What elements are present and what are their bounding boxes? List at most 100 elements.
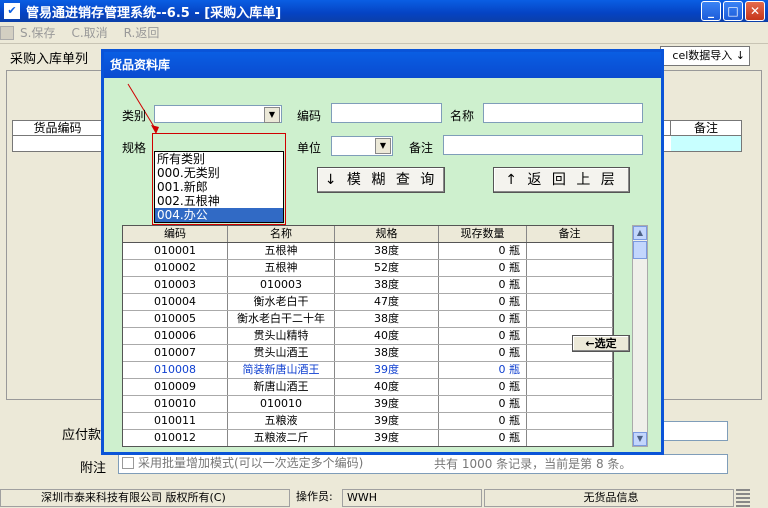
cell-remark [527, 396, 613, 412]
chevron-down-icon[interactable]: ▼ [375, 138, 391, 154]
cell-spec: 47度 [335, 294, 439, 310]
cell-spec: 38度 [335, 311, 439, 327]
table-row[interactable]: 010005 衡水老白干二十年 38度 0 瓶 [123, 311, 613, 328]
cell-code: 010002 [123, 260, 228, 276]
cell-code: 010010 [123, 396, 228, 412]
category-option[interactable]: 002.五根神 [155, 194, 283, 208]
status-company: 深圳市泰来科技有限公司 版权所有(C) [0, 488, 290, 507]
table-row[interactable]: 010003 010003 38度 0 瓶 [123, 277, 613, 294]
cell-name: 五粮液 [228, 413, 335, 429]
category-option-selected[interactable]: 004.办公 [155, 208, 283, 222]
back-button[interactable]: ↑ 返 回 上 层 [493, 167, 630, 193]
chevron-down-icon[interactable]: ▼ [264, 107, 280, 123]
cell-remark [527, 430, 613, 446]
status-operator-label: 操作员: [296, 489, 333, 503]
tab-purchase-list[interactable]: 采购入库单列 [10, 48, 88, 67]
category-select[interactable]: ▼ [154, 105, 282, 123]
table-row[interactable]: 010001 五根神 38度 0 瓶 [123, 243, 613, 260]
fuzzy-search-button[interactable]: ↓ 模 糊 查 询 [317, 167, 445, 193]
cell-remark [527, 277, 613, 293]
cell-code: 010004 [123, 294, 228, 310]
resize-grip-icon[interactable] [736, 488, 750, 507]
cell-remark [527, 413, 613, 429]
table-row[interactable]: 010008 简装新唐山酒王 39度 0 瓶 [123, 362, 613, 379]
cell-stock: 0 瓶 [439, 294, 527, 310]
cell-remark [527, 311, 613, 327]
cell-stock: 0 瓶 [439, 328, 527, 344]
grid-scrollbar[interactable]: ▲ ▼ [632, 225, 648, 447]
cell-name: 010010 [228, 396, 335, 412]
cell-code: 010006 [123, 328, 228, 344]
save-button[interactable]: S.保存 [20, 24, 55, 41]
code-input[interactable] [331, 103, 442, 123]
unit-select[interactable]: ▼ [331, 136, 393, 156]
close-icon[interactable]: ✕ [745, 1, 765, 21]
category-label: 类别 [122, 109, 147, 123]
window-title: 管易通进销存管理系统--6.5 - [采购入库单] [26, 5, 282, 21]
minimize-icon[interactable]: _ [701, 1, 721, 21]
grid-header: 编码 名称 规格 现存数量 备注 [123, 226, 613, 243]
checkbox-icon[interactable] [122, 456, 134, 469]
col-spec[interactable]: 规格 [335, 226, 439, 242]
scroll-thumb[interactable] [633, 241, 647, 259]
code-label: 编码 [297, 109, 322, 123]
record-info: 共有 1000 条记录，当前是第 8 条。 [434, 457, 632, 471]
cell-stock: 0 瓶 [439, 243, 527, 259]
table-row[interactable]: 010002 五根神 52度 0 瓶 [123, 260, 613, 277]
col-name[interactable]: 名称 [228, 226, 335, 242]
cell-spec: 39度 [335, 413, 439, 429]
maximize-icon[interactable]: □ [723, 1, 743, 21]
payable-field[interactable] [660, 421, 728, 441]
cell-stock: 0 瓶 [439, 311, 527, 327]
table-row[interactable]: 010006 贯头山精特 40度 0 瓶 [123, 328, 613, 345]
cell-spec: 40度 [335, 328, 439, 344]
remark-input[interactable] [443, 135, 643, 155]
save-label: S.保存 [20, 26, 56, 40]
col-code[interactable]: 编码 [123, 226, 228, 242]
cell-spec: 52度 [335, 260, 439, 276]
cell-stock: 0 瓶 [439, 413, 527, 429]
cell-remark [527, 260, 613, 276]
category-option[interactable]: 000.无类别 [155, 166, 283, 180]
category-option[interactable]: 001.新郎 [155, 180, 283, 194]
col-stock[interactable]: 现存数量 [439, 226, 527, 242]
table-row[interactable]: 010012 五粮液二斤 39度 0 瓶 [123, 430, 613, 446]
table-row[interactable]: 010010 010010 39度 0 瓶 [123, 396, 613, 413]
cell-stock: 0 瓶 [439, 260, 527, 276]
grid-rows: 010001 五根神 38度 0 瓶 010002 五根神 52度 0 瓶 010003 0100… [123, 243, 613, 446]
cell-remark [527, 362, 613, 378]
spec-label: 规格 [122, 141, 147, 155]
table-row[interactable]: 010011 五粮液 39度 0 瓶 [123, 413, 613, 430]
cell-remark [527, 243, 613, 259]
cell-spec: 39度 [335, 396, 439, 412]
cell-stock: 0 瓶 [439, 430, 527, 446]
cell-stock: 0 瓶 [439, 396, 527, 412]
table-row[interactable]: 010004 衡水老白干 47度 0 瓶 [123, 294, 613, 311]
table-row[interactable]: 010009 新唐山酒王 40度 0 瓶 [123, 379, 613, 396]
cancel-button[interactable]: C.取消 [71, 24, 107, 41]
document-icon [0, 25, 14, 40]
payable-label: 应付款 [62, 428, 102, 443]
cell-stock: 0 瓶 [439, 277, 527, 293]
name-label: 名称 [450, 109, 475, 123]
note-label: 附注 [80, 461, 107, 476]
batch-mode-checkbox[interactable]: 采用批量增加模式(可以一次选定多个编码) [122, 454, 363, 471]
select-button[interactable]: ←选定 [572, 335, 630, 352]
return-button[interactable]: R.返回 [124, 24, 160, 41]
category-option[interactable]: 所有类别 [155, 152, 283, 166]
active-cell[interactable] [671, 136, 741, 151]
cell-stock: 0 瓶 [439, 379, 527, 395]
cell-name: 衡水老白干 [228, 294, 335, 310]
status-operator: WWH [342, 488, 482, 507]
excel-import-button[interactable]: cel数据导入 ↓ [660, 46, 750, 66]
scroll-down-icon[interactable]: ▼ [633, 432, 647, 446]
scroll-up-icon[interactable]: ▲ [633, 226, 647, 240]
cell-name: 新唐山酒王 [228, 379, 335, 395]
cell-spec: 38度 [335, 243, 439, 259]
table-row[interactable]: 010007 贯头山酒王 38度 0 瓶 [123, 345, 613, 362]
col-remark[interactable]: 备注 [527, 226, 613, 242]
name-input[interactable] [483, 103, 643, 123]
goods-grid: 编码 名称 规格 现存数量 备注 010001 五根神 38度 0 瓶 010002 五根… [122, 225, 614, 447]
cell-remark [527, 379, 613, 395]
cell-stock: 0 瓶 [439, 362, 527, 378]
